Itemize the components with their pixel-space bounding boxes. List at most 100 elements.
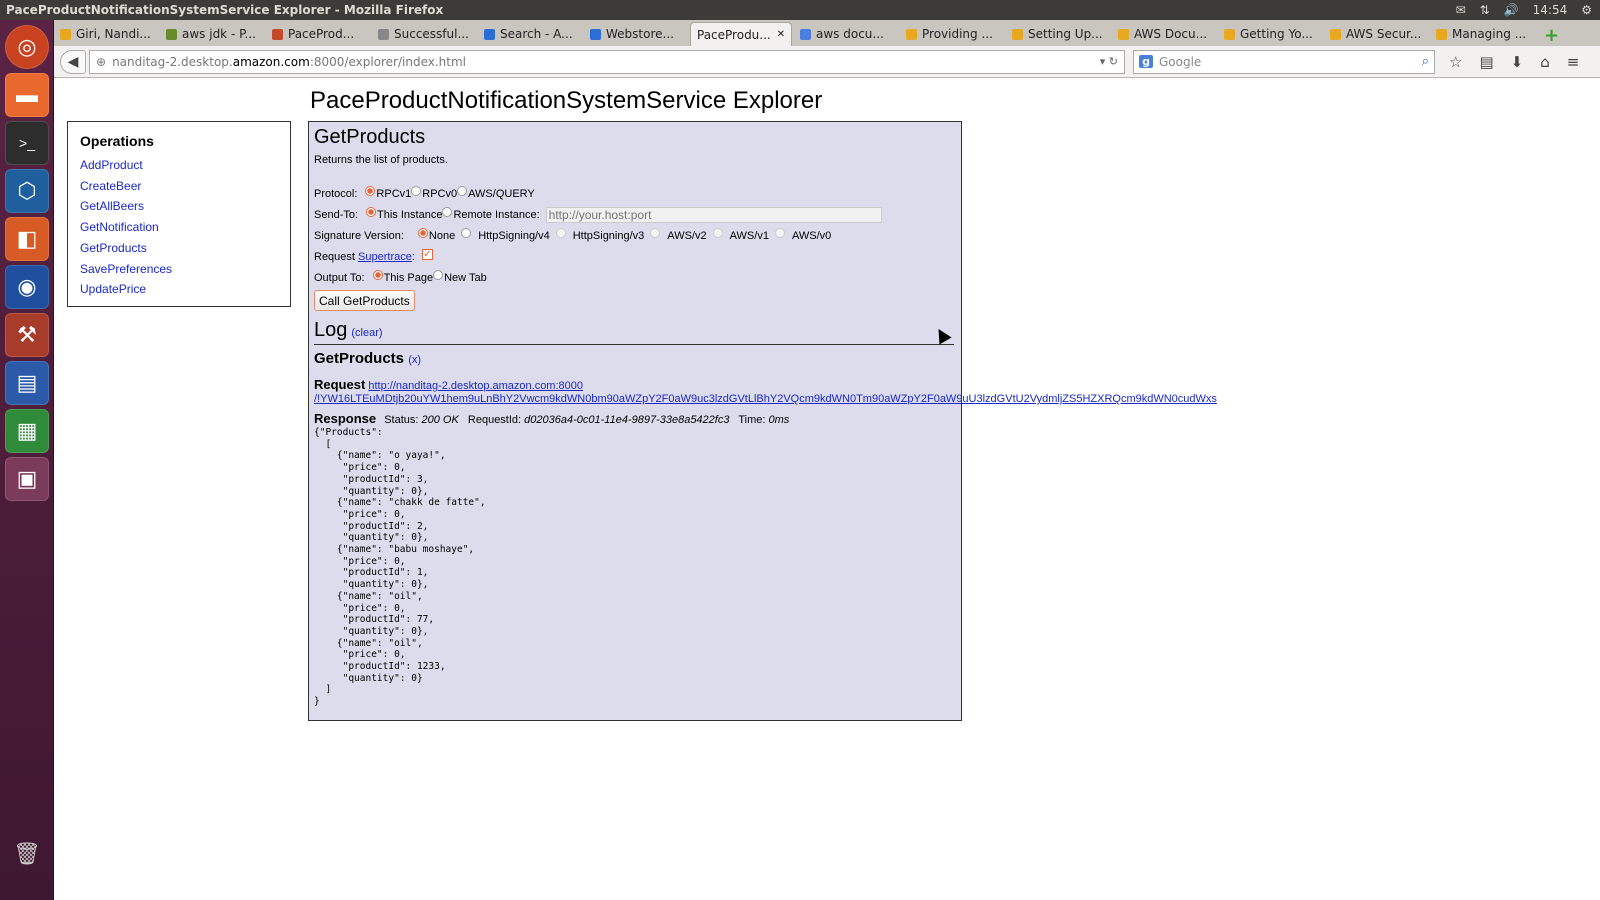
log-entry-close-link[interactable]: (x)	[408, 354, 421, 366]
tab-label: aws docu...	[816, 27, 884, 41]
protocol-awsquery-radio[interactable]	[457, 185, 468, 196]
tab-label: AWS Docu...	[1134, 27, 1208, 41]
operation-link[interactable]: UpdatePrice	[80, 279, 278, 300]
browser-tab[interactable]: aws jdk - P...	[160, 22, 264, 46]
search-bar[interactable]: g Google ⌕	[1133, 49, 1435, 74]
browser-tab[interactable]: Providing ...	[900, 22, 1004, 46]
files-icon[interactable]: ▬	[5, 73, 49, 117]
operation-panel: GetProducts Returns the list of products…	[308, 121, 1217, 721]
signature-awsv0-radio[interactable]	[774, 227, 785, 238]
browser-tab[interactable]: Webstore...	[584, 22, 688, 46]
sendto-this-instance-radio[interactable]	[366, 206, 377, 217]
tab-label: Managing ...	[1452, 27, 1527, 41]
browser-tab[interactable]: Successful...	[372, 22, 476, 46]
browser-tab[interactable]: PaceProd...	[266, 22, 370, 46]
tab-favicon-icon	[484, 28, 495, 40]
request-block: Request http://nanditag-2.desktop.amazon…	[314, 378, 1217, 406]
download-icon[interactable]: ⬇	[1511, 53, 1524, 71]
supertrace-checkbox[interactable]: ✓	[421, 249, 433, 260]
log-clear-link[interactable]: (clear)	[351, 327, 382, 339]
browser-tab[interactable]: Setting Up...	[1006, 22, 1110, 46]
new-tab-icon[interactable]: +	[1536, 25, 1567, 46]
tab-label: Providing ...	[922, 27, 993, 41]
output-new-tab-radio[interactable]	[433, 269, 444, 280]
url-text: nanditag-2.desktop.amazon.com:8000/explo…	[112, 54, 467, 69]
google-icon[interactable]: g	[1139, 55, 1153, 68]
reload-icon[interactable]: ▾ ↻	[1100, 55, 1118, 68]
status-label: Status:	[384, 414, 419, 426]
search-icon[interactable]: ⌕	[1422, 54, 1429, 69]
tab-label: PaceProdu...	[697, 27, 771, 42]
operation-link[interactable]: GetNotification	[80, 217, 278, 238]
output-label: Output To:	[314, 271, 365, 284]
tab-label: Search - A...	[500, 27, 573, 41]
operation-link[interactable]: AddProduct	[80, 155, 278, 176]
settings-icon[interactable]: ⚒	[5, 313, 49, 357]
clock[interactable]: 14:54	[1533, 3, 1568, 17]
browser-tab[interactable]: AWS Secur...	[1324, 22, 1428, 46]
output-new-tab-label: New Tab	[444, 271, 487, 284]
volume-icon[interactable]: 🔊	[1504, 3, 1519, 17]
browser-tab[interactable]: PaceProdu... ✕	[690, 22, 792, 46]
protocol-rpcv0-radio[interactable]	[411, 185, 422, 196]
ubuntu-icon[interactable]: ◎	[5, 25, 49, 69]
terminal-icon[interactable]: >_	[5, 121, 49, 165]
tab-label: PaceProd...	[288, 27, 355, 41]
protocol-label: Protocol:	[314, 187, 358, 200]
gear-icon[interactable]: ⚙	[1581, 3, 1592, 17]
browser-tab[interactable]: Managing ...	[1430, 22, 1534, 46]
software-center-icon[interactable]: ◧	[5, 217, 49, 261]
operation-link[interactable]: CreateBeer	[80, 176, 278, 197]
firefox-icon[interactable]: ◉	[5, 265, 49, 309]
tab-close-icon[interactable]: ✕	[777, 29, 785, 40]
signature-httpv3-radio[interactable]	[555, 227, 566, 238]
request-url-line2: /!YW16LTEuMDtjb20uYW1hem9uLnBhY2Vwcm9kdW…	[314, 393, 1217, 405]
operation-link[interactable]: SavePreferences	[80, 259, 278, 280]
request-url-link[interactable]: http://nanditag-2.desktop.amazon.com:800…	[314, 380, 1217, 405]
tab-label: aws jdk - P...	[182, 27, 256, 41]
signature-httpv4-radio[interactable]	[461, 227, 472, 238]
sendto-remote-instance-radio[interactable]	[442, 206, 453, 217]
bookmarks-icon[interactable]: ▤	[1479, 53, 1493, 71]
protocol-row: Protocol: RPCv1 RPCv0 AWS/QUERY	[314, 183, 956, 204]
supertrace-link[interactable]: Supertrace	[358, 251, 412, 263]
network-icon[interactable]: ⇅	[1480, 3, 1490, 17]
mail-icon[interactable]: ✉	[1456, 3, 1466, 17]
log-header: Log (clear)	[314, 319, 954, 345]
browser-tab[interactable]: aws docu...	[794, 22, 898, 46]
back-button[interactable]: ◀	[60, 49, 86, 74]
browser-tab[interactable]: Giri, Nandi...	[54, 22, 158, 46]
output-this-page-radio[interactable]	[372, 269, 383, 280]
call-operation-button[interactable]: Call GetProducts	[314, 290, 415, 311]
signature-label: Signature Version:	[314, 229, 404, 242]
supertrace-prefix: Request	[314, 250, 355, 263]
browser-tab[interactable]: Getting Yo...	[1218, 22, 1322, 46]
menu-icon[interactable]: ≡	[1567, 53, 1580, 71]
tab-favicon-icon	[272, 28, 283, 40]
virtualbox-icon[interactable]: ⬡	[5, 169, 49, 213]
writer-icon[interactable]: ▤	[5, 361, 49, 405]
protocol-rpcv1-radio[interactable]	[365, 185, 376, 196]
signature-awsv1-radio[interactable]	[712, 227, 723, 238]
log-entry-header: GetProducts (x)	[314, 350, 956, 367]
signature-none-radio[interactable]	[417, 227, 428, 238]
workspace-icon[interactable]: ▣	[5, 457, 49, 501]
url-bar[interactable]: ⊕ nanditag-2.desktop.amazon.com:8000/exp…	[89, 49, 1125, 74]
tab-label: Giri, Nandi...	[76, 27, 151, 41]
signature-httpv4-label: HttpSigning/v4	[478, 229, 550, 242]
signature-awsv2-radio[interactable]	[650, 227, 661, 238]
home-icon[interactable]: ⌂	[1540, 53, 1550, 71]
remote-host-input[interactable]	[545, 206, 882, 223]
operations-heading: Operations	[80, 133, 154, 149]
browser-tab[interactable]: Search - A...	[478, 22, 582, 46]
bookmark-star-icon[interactable]: ☆	[1449, 53, 1462, 71]
globe-icon: ⊕	[96, 54, 107, 69]
operation-link[interactable]: GetAllBeers	[80, 196, 278, 217]
tab-label: Getting Yo...	[1240, 27, 1313, 41]
trash-icon[interactable]: 🗑	[5, 832, 49, 876]
protocol-rpcv0-label: RPCv0	[422, 187, 458, 200]
calc-icon[interactable]: ▦	[5, 409, 49, 453]
output-row: Output To: This Page New Tab	[314, 267, 956, 288]
operation-link[interactable]: GetProducts	[80, 238, 278, 259]
browser-tab[interactable]: AWS Docu...	[1112, 22, 1216, 46]
